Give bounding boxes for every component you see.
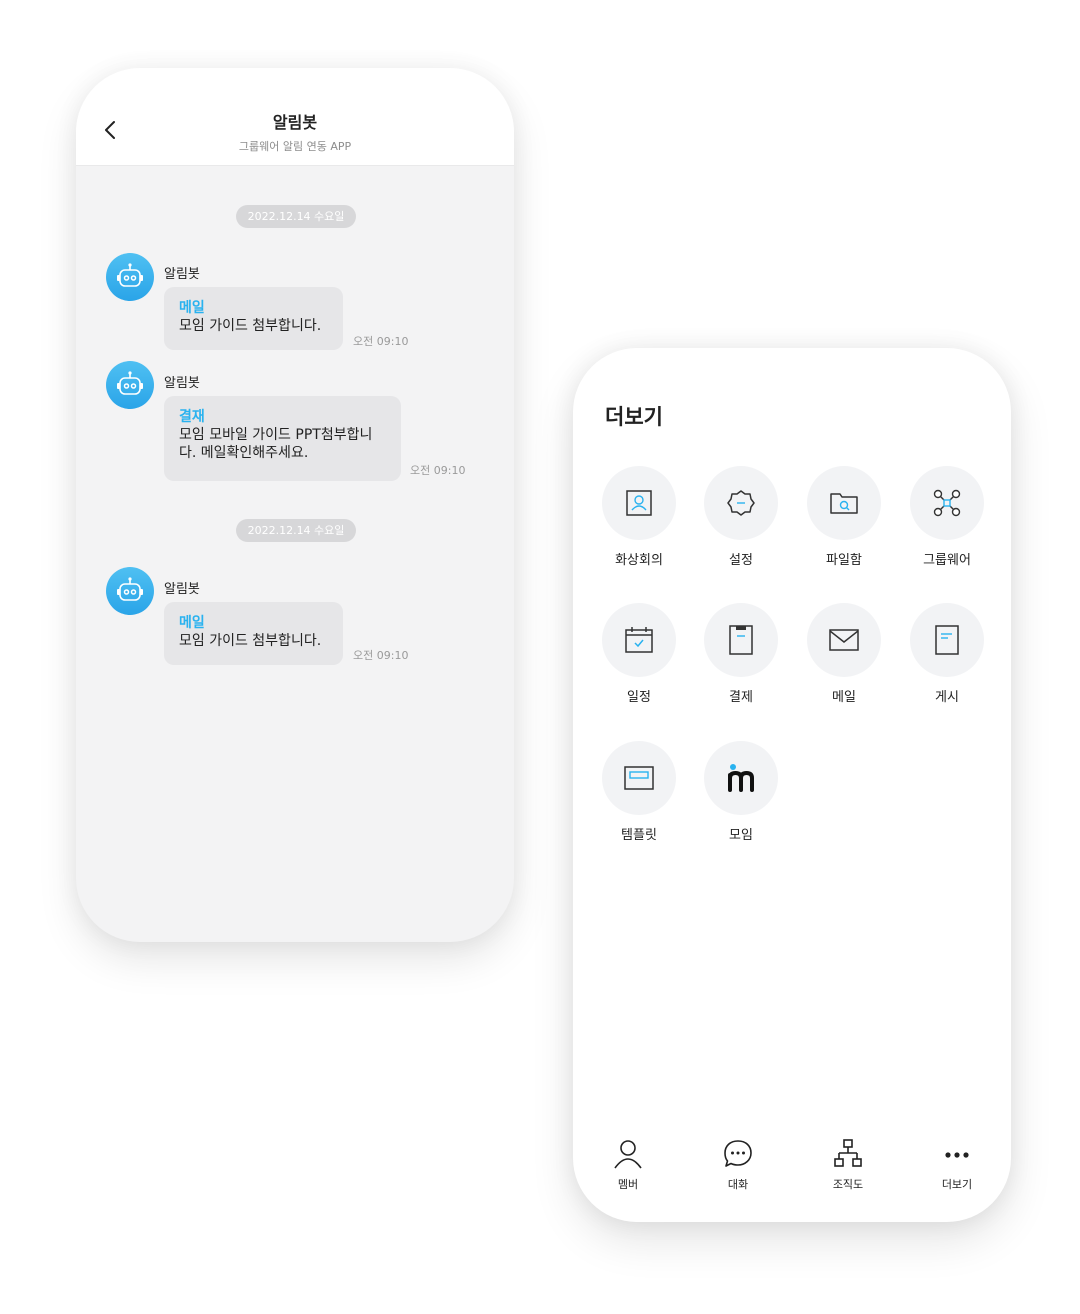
- tab-more[interactable]: 더보기: [922, 1138, 992, 1192]
- menu-item-label: 게시: [935, 690, 959, 705]
- tab-label: 멤버: [617, 1178, 639, 1191]
- robot-icon: [117, 263, 143, 287]
- avatar[interactable]: [106, 567, 154, 615]
- message-bubble[interactable]: 메일 모임 가이드 첨부합니다.: [164, 287, 343, 350]
- message-tag: 결재: [179, 409, 205, 425]
- menu-item-label: 템플릿: [621, 828, 657, 843]
- date-divider: 2022.12.14 수요일: [236, 519, 356, 542]
- avatar[interactable]: [106, 361, 154, 409]
- more-screen: 더보기 화상회의 설정 파일함 그룹웨어 일정 결제 메일 게시 템플릿 모임 …: [573, 348, 1011, 1222]
- menu-item-label: 일정: [627, 690, 651, 705]
- message-time: 오전 09:10: [410, 464, 466, 477]
- chat-title: 알림봇: [272, 113, 318, 132]
- message-text: 모임 가이드 첨부합니다.: [179, 633, 322, 649]
- chat-subtitle: 그룹웨어 알림 연동 APP: [238, 140, 352, 153]
- message-bubble[interactable]: 메일 모임 가이드 첨부합니다.: [164, 602, 343, 665]
- person-icon: [614, 1140, 642, 1169]
- menu-item-mail[interactable]: 메일: [794, 603, 894, 705]
- menu-item-label: 파일함: [826, 553, 862, 568]
- settings-icon: [727, 490, 755, 516]
- menu-item-payment[interactable]: 결제: [691, 603, 791, 705]
- page-title: 더보기: [605, 405, 663, 429]
- message-time: 오전 09:10: [353, 335, 409, 348]
- tab-member[interactable]: 멤버: [593, 1138, 663, 1192]
- mail-icon: [829, 629, 859, 651]
- template-icon: [624, 766, 654, 790]
- date-divider: 2022.12.14 수요일: [236, 205, 356, 228]
- menu-item-moim[interactable]: 모임: [691, 741, 791, 843]
- tab-chat[interactable]: 대화: [703, 1138, 773, 1192]
- tab-label: 더보기: [941, 1178, 973, 1191]
- network-icon: [933, 489, 961, 517]
- menu-item-label: 모임: [729, 828, 753, 843]
- menu-item-schedule[interactable]: 일정: [589, 603, 689, 705]
- message-time: 오전 09:10: [353, 649, 409, 662]
- message-text-line: 다. 메일확인해주세요.: [179, 445, 309, 461]
- message-tag: 메일: [179, 300, 205, 316]
- message-text-line: 모임 모바일 가이드 PPT첨부합니: [179, 427, 373, 443]
- chat-screen: 알림봇 그룹웨어 알림 연동 APP 2022.12.14 수요일 알림봇 메일…: [76, 68, 514, 942]
- tab-org-chart[interactable]: 조직도: [813, 1138, 883, 1192]
- menu-item-video-conference[interactable]: 화상회의: [589, 466, 689, 568]
- chat-header: 알림봇 그룹웨어 알림 연동 APP: [76, 68, 514, 166]
- menu-item-settings[interactable]: 설정: [691, 466, 791, 568]
- folder-search-icon: [830, 493, 858, 514]
- avatar[interactable]: [106, 253, 154, 301]
- menu-item-label: 그룹웨어: [923, 553, 971, 568]
- menu-item-board[interactable]: 게시: [897, 603, 997, 705]
- menu-item-label: 설정: [729, 553, 753, 568]
- sender-name: 알림봇: [164, 376, 200, 391]
- tab-label: 대화: [727, 1178, 749, 1191]
- menu-item-label: 메일: [832, 690, 856, 705]
- video-conference-icon: [626, 490, 652, 516]
- more-dots-icon: [945, 1152, 969, 1158]
- board-icon: [935, 625, 959, 655]
- moim-logo-icon: [728, 764, 754, 792]
- robot-icon: [117, 371, 143, 395]
- message-tag: 메일: [179, 615, 205, 631]
- sender-name: 알림봇: [164, 582, 200, 597]
- tab-label: 조직도: [832, 1178, 864, 1191]
- clipboard-icon: [729, 625, 753, 655]
- bottom-tab-bar: 멤버 대화 조직도 더보기: [573, 1138, 1011, 1198]
- sender-name: 알림봇: [164, 267, 200, 282]
- menu-item-template[interactable]: 템플릿: [589, 741, 689, 843]
- menu-item-label: 결제: [729, 690, 753, 705]
- menu-item-file-box[interactable]: 파일함: [794, 466, 894, 568]
- menu-item-groupware[interactable]: 그룹웨어: [897, 466, 997, 568]
- org-chart-icon: [834, 1139, 862, 1167]
- message-bubble[interactable]: 결재 모임 모바일 가이드 PPT첨부합니 다. 메일확인해주세요.: [164, 396, 401, 481]
- robot-icon: [117, 577, 143, 601]
- menu-item-label: 화상회의: [615, 553, 663, 568]
- message-text: 모임 가이드 첨부합니다.: [179, 318, 322, 334]
- chat-bubble-icon: [724, 1140, 752, 1167]
- calendar-icon: [625, 627, 653, 653]
